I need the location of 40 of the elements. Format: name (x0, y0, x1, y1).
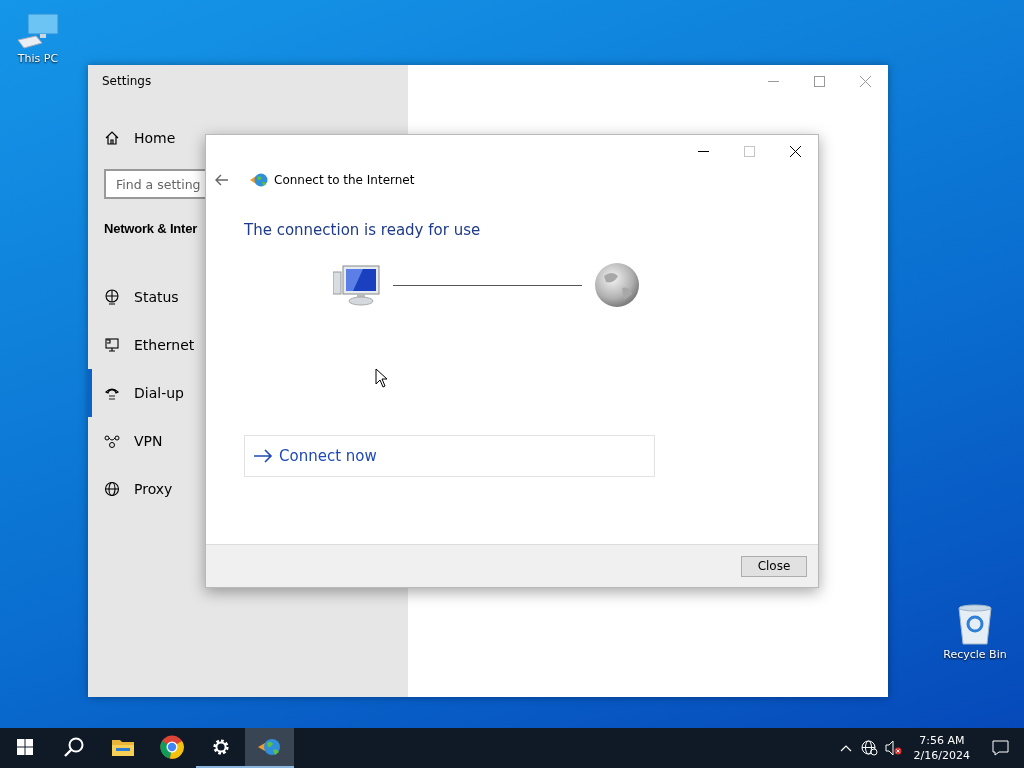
chevron-up-icon[interactable] (839, 744, 852, 752)
speaker-muted-icon[interactable] (885, 740, 903, 756)
recycle-bin-icon[interactable] (955, 602, 995, 646)
status-heading: The connection is ready for use (244, 220, 482, 240)
close-icon (789, 145, 801, 157)
settings-icon (210, 737, 231, 757)
mouse-pointer-icon (375, 368, 388, 388)
window-title: Settings (101, 73, 153, 90)
close-icon (859, 75, 871, 87)
vpn-icon (104, 433, 120, 449)
search-icon (63, 737, 84, 757)
sidebar-item[interactable]: Status (88, 273, 308, 321)
globe-connection-icon (257, 736, 282, 758)
phone-icon (104, 385, 120, 401)
folder-icon (111, 737, 134, 757)
globe-monitor-icon (104, 289, 120, 305)
globe-connection-icon (250, 172, 268, 188)
connect-now-link[interactable]: Connect now (244, 435, 655, 477)
browser-icon (159, 735, 184, 759)
sidebar-item[interactable]: Ethernet (88, 321, 308, 369)
network-globe-icon[interactable] (861, 740, 879, 756)
globe-icon (104, 481, 120, 497)
section-heading: Network & Inter (104, 221, 198, 236)
dialog-title: Connect to the Internet (274, 173, 415, 187)
clock-time[interactable]: 7:56 AM (919, 733, 965, 748)
globe-icon (594, 262, 640, 308)
clock-date[interactable]: 2/16/2024 (913, 748, 970, 763)
windows-start-icon (16, 739, 33, 755)
back-arrow-icon[interactable] (214, 174, 228, 186)
home-nav-item[interactable]: Home (104, 127, 408, 149)
close-button[interactable]: Close (741, 555, 807, 577)
home-icon (104, 130, 120, 146)
arrow-icon (253, 449, 273, 463)
maximize-icon (813, 75, 825, 87)
computer-icon[interactable] (16, 12, 60, 50)
maximize-icon (743, 145, 755, 157)
monitor-icon (104, 337, 120, 353)
computer-icon (333, 264, 381, 306)
notification-icon[interactable] (991, 740, 1009, 756)
icon-label[interactable]: Recycle Bin (943, 648, 1007, 661)
